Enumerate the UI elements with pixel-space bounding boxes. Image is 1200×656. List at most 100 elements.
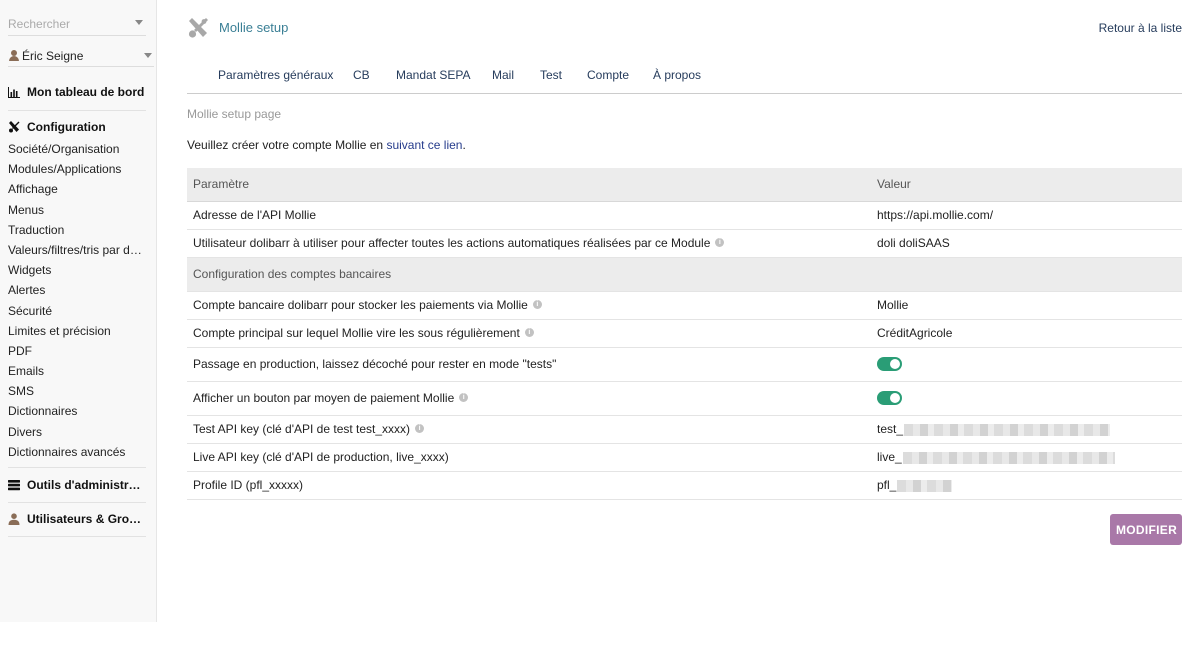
payment-button-toggle[interactable] bbox=[877, 391, 902, 406]
chevron-down-icon[interactable] bbox=[135, 20, 143, 25]
menu-configuration[interactable]: Configuration bbox=[8, 118, 146, 136]
group-header-row: Configuration des comptes bancaires bbox=[187, 257, 1182, 292]
row-label: Adresse de l'API Mollie bbox=[187, 201, 870, 230]
menu-item-dictionnaires-avances[interactable]: Dictionnaires avancés bbox=[8, 442, 146, 462]
menu-admin-tools-label: Outils d'administration bbox=[27, 478, 146, 492]
user-icon bbox=[9, 50, 19, 62]
row-label: Profile ID (pfl_xxxxx) bbox=[187, 471, 870, 500]
table-row: Live API key (clé d'API de production, l… bbox=[187, 443, 1182, 472]
main-content: Mollie setup Retour à la liste Paramètre… bbox=[187, 0, 1182, 656]
modify-button[interactable]: MODIFIER bbox=[1110, 514, 1182, 545]
tab-compte[interactable]: Compte bbox=[587, 68, 629, 82]
menu-item-valeurs[interactable]: Valeurs/filtres/tris par défaut bbox=[8, 240, 146, 260]
masked-value bbox=[904, 423, 1111, 436]
info-icon[interactable]: i bbox=[524, 328, 534, 338]
menu-item-divers[interactable]: Divers bbox=[8, 422, 146, 442]
info-icon[interactable]: i bbox=[415, 424, 425, 434]
divider bbox=[8, 110, 146, 111]
tab-test[interactable]: Test bbox=[540, 68, 562, 82]
page-title: Mollie setup bbox=[219, 20, 289, 35]
table-row: Passage en production, laissez décoché p… bbox=[187, 347, 1182, 382]
row-value-cell: live_ bbox=[870, 443, 1182, 472]
menu-configuration-label: Configuration bbox=[27, 120, 106, 134]
search-box[interactable] bbox=[8, 14, 146, 36]
info-icon[interactable]: i bbox=[532, 300, 542, 310]
divider bbox=[8, 467, 146, 468]
row-label: Passage en production, laissez décoché p… bbox=[187, 347, 870, 382]
tools-icon bbox=[9, 121, 20, 133]
tab-mail[interactable]: Mail bbox=[492, 68, 514, 82]
user-selector[interactable]: Éric Seigne bbox=[8, 45, 154, 67]
menu-item-modules[interactable]: Modules/Applications bbox=[8, 159, 146, 179]
create-account-link[interactable]: suivant ce lien bbox=[386, 138, 462, 152]
row-label: Afficher un bouton par moyen de paiement… bbox=[193, 391, 455, 405]
masked-value bbox=[902, 451, 1115, 464]
row-label-cell: Utilisateur dolibarr à utiliser pour aff… bbox=[187, 229, 870, 258]
live-key-prefix: live_ bbox=[877, 450, 902, 464]
menu-item-traduction[interactable]: Traduction bbox=[8, 220, 146, 240]
tools-icon bbox=[188, 18, 208, 38]
menu-item-limites[interactable]: Limites et précision bbox=[8, 321, 146, 341]
intro-text: Veuillez créer votre compte Mollie en su… bbox=[187, 138, 466, 152]
row-value-cell: pfl_ bbox=[870, 471, 1182, 500]
table-row: Afficher un bouton par moyen de paiement… bbox=[187, 381, 1182, 416]
row-label-cell: Test API key (clé d'API de test test_xxx… bbox=[187, 415, 870, 444]
row-label: Test API key (clé d'API de test test_xxx… bbox=[193, 422, 411, 436]
menu-item-pdf[interactable]: PDF bbox=[8, 341, 146, 361]
table-header-row: Paramètre Valeur bbox=[187, 168, 1182, 202]
page-subtitle: Mollie setup page bbox=[187, 107, 282, 121]
menu-item-emails[interactable]: Emails bbox=[8, 361, 146, 381]
tab-parametres-generaux[interactable]: Paramètres généraux bbox=[218, 68, 333, 82]
intro-text-end: . bbox=[462, 138, 466, 152]
row-label: Utilisateur dolibarr à utiliser pour aff… bbox=[193, 236, 711, 250]
back-to-list-link[interactable]: Retour à la liste bbox=[1099, 21, 1182, 35]
info-icon[interactable]: i bbox=[459, 393, 469, 403]
col-header-value: Valeur bbox=[870, 168, 1182, 202]
sidebar: Éric Seigne Mon tableau de bord Configur… bbox=[0, 0, 157, 622]
menu-item-dictionnaires[interactable]: Dictionnaires bbox=[8, 401, 146, 421]
tab-mandat-sepa[interactable]: Mandat SEPA bbox=[396, 68, 470, 82]
row-value: https://api.mollie.com/ bbox=[870, 201, 1182, 230]
search-input[interactable] bbox=[8, 14, 128, 34]
menu-users-groups[interactable]: Utilisateurs & Groupes bbox=[8, 510, 146, 528]
user-icon bbox=[8, 513, 20, 525]
row-value-cell: test_ bbox=[870, 415, 1182, 444]
row-value-cell bbox=[870, 347, 1182, 382]
row-label-cell: Compte principal sur lequel Mollie vire … bbox=[187, 319, 870, 348]
tab-bar: Paramètres généraux CB Mandat SEPA Mail … bbox=[187, 60, 1182, 94]
table-row: Compte principal sur lequel Mollie vire … bbox=[187, 319, 1182, 348]
row-value: Mollie bbox=[870, 291, 1182, 320]
menu-dashboard[interactable]: Mon tableau de bord bbox=[8, 83, 146, 101]
info-icon[interactable]: i bbox=[715, 238, 725, 248]
tab-cb[interactable]: CB bbox=[353, 68, 370, 82]
group-header-label: Configuration des comptes bancaires bbox=[187, 257, 870, 292]
table-row: Profile ID (pfl_xxxxx) pfl_ bbox=[187, 471, 1182, 500]
menu-item-securite[interactable]: Sécurité bbox=[8, 301, 146, 321]
config-section: Configuration Société/Organisation Modul… bbox=[8, 118, 146, 462]
menu-item-sms[interactable]: SMS bbox=[8, 381, 146, 401]
row-label: Live API key (clé d'API de production, l… bbox=[187, 443, 870, 472]
divider bbox=[8, 502, 146, 503]
intro-text-body: Veuillez créer votre compte Mollie en bbox=[187, 138, 387, 152]
menu-item-menus[interactable]: Menus bbox=[8, 200, 146, 220]
user-name: Éric Seigne bbox=[22, 49, 84, 63]
menu-item-alertes[interactable]: Alertes bbox=[8, 280, 146, 300]
chevron-down-icon[interactable] bbox=[144, 53, 152, 58]
menu-item-societe[interactable]: Société/Organisation bbox=[8, 139, 146, 159]
menu-dashboard-label: Mon tableau de bord bbox=[27, 85, 145, 99]
production-toggle[interactable] bbox=[877, 357, 902, 372]
row-label-cell: Compte bancaire dolibarr pour stocker le… bbox=[187, 291, 870, 320]
server-icon bbox=[8, 480, 20, 491]
dashboard-section: Mon tableau de bord bbox=[8, 83, 146, 101]
menu-item-widgets[interactable]: Widgets bbox=[8, 260, 146, 280]
chart-icon bbox=[8, 87, 20, 98]
row-label-cell: Afficher un bouton par moyen de paiement… bbox=[187, 381, 870, 416]
table-row: Utilisateur dolibarr à utiliser pour aff… bbox=[187, 229, 1182, 258]
menu-item-affichage[interactable]: Affichage bbox=[8, 179, 146, 199]
profile-id-prefix: pfl_ bbox=[877, 478, 897, 492]
menu-admin-tools[interactable]: Outils d'administration bbox=[8, 476, 146, 494]
row-value-cell bbox=[870, 381, 1182, 416]
group-header-empty bbox=[870, 257, 1182, 292]
tab-a-propos[interactable]: À propos bbox=[653, 68, 701, 82]
row-label: Compte principal sur lequel Mollie vire … bbox=[193, 326, 520, 340]
